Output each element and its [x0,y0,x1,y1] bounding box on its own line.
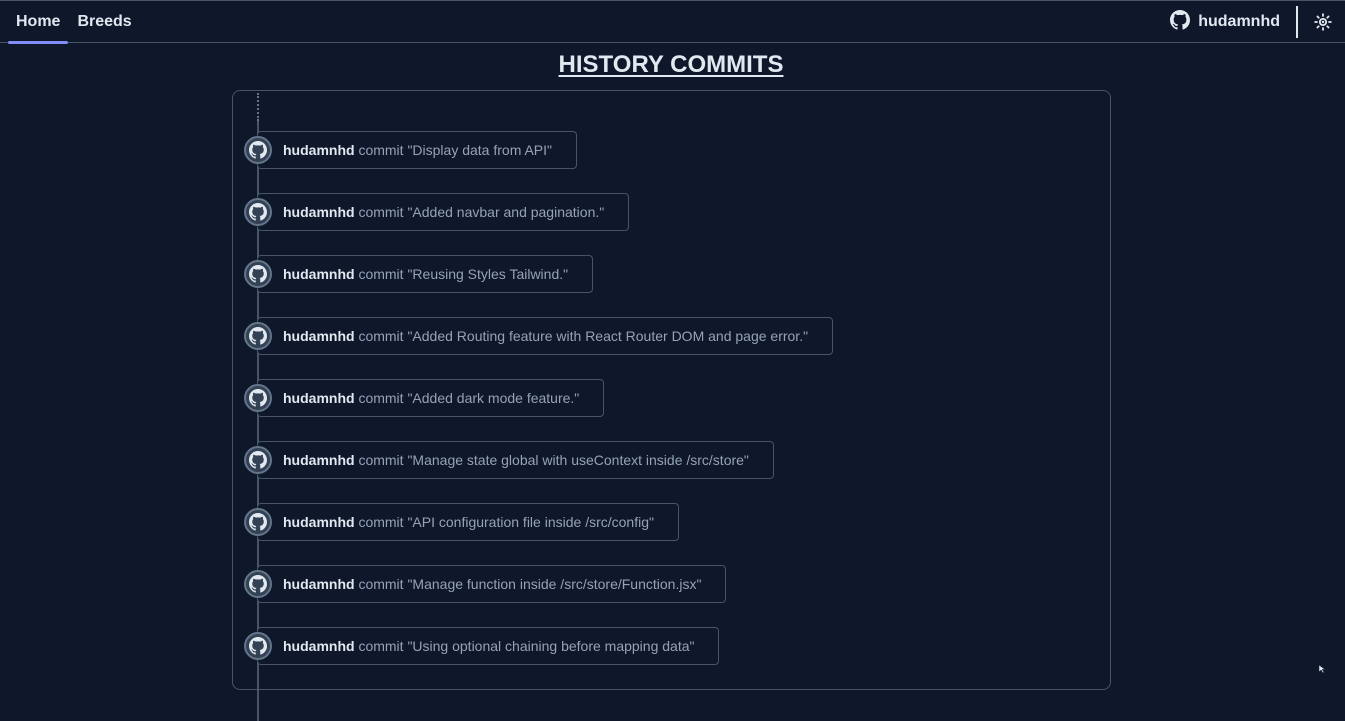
github-icon [244,570,272,598]
tab-home[interactable]: Home [8,1,69,44]
commit-item[interactable]: hudamnhd commit "Using optional chaining… [244,627,720,665]
commit-author: hudamnhd [283,266,355,282]
commit-verb: commit [358,266,404,282]
commit-author: hudamnhd [283,576,355,592]
commit-author: hudamnhd [283,638,355,654]
commit-message: "API configuration file inside /src/conf… [407,514,654,530]
navbar: Home Breeds hudamnhd [0,0,1345,44]
github-icon [244,198,272,226]
profile-name: hudamnhd [1198,13,1280,30]
github-icon [244,260,272,288]
github-icon [1170,9,1191,35]
commit-message: "Added dark mode feature." [407,390,580,406]
timeline-start-line [257,93,259,121]
github-icon [244,384,272,412]
commit-message: "Manage function inside /src/store/Funct… [407,576,702,592]
commit-verb: commit [358,452,404,468]
commit-item[interactable]: hudamnhd commit "API configuration file … [244,503,679,541]
sun-icon[interactable] [1314,13,1332,31]
commit-timeline: hudamnhd commit "Display data from API" h… [232,90,1111,721]
commit-verb: commit [358,390,404,406]
commit-author: hudamnhd [283,390,355,406]
github-profile-link[interactable]: hudamnhd [1170,9,1296,35]
commit-verb: commit [358,204,404,220]
commit-author: hudamnhd [283,328,355,344]
commit-author: hudamnhd [283,204,355,220]
commit-item[interactable]: hudamnhd commit "Reusing Styles Tailwind… [244,255,594,293]
commit-author: hudamnhd [283,142,355,158]
commit-message: "Added Routing feature with React Router… [407,328,809,344]
commit-item[interactable]: hudamnhd commit "Manage state global wit… [244,441,774,479]
nav-divider [1296,6,1298,38]
commit-message: "Using optional chaining before mapping … [407,638,695,654]
commit-verb: commit [358,514,404,530]
github-icon [244,322,272,350]
github-icon [244,632,272,660]
commit-message: "Reusing Styles Tailwind." [407,266,569,282]
commit-verb: commit [358,142,404,158]
commit-message: "Display data from API" [407,142,553,158]
github-icon [244,508,272,536]
github-icon [244,136,272,164]
commit-item[interactable]: hudamnhd commit "Display data from API" [244,131,578,169]
commit-author: hudamnhd [283,514,355,530]
nav-tabs: Home Breeds [8,1,140,44]
tab-breeds[interactable]: Breeds [69,1,139,43]
commit-message: "Added navbar and pagination." [407,204,605,220]
commit-verb: commit [358,638,404,654]
commit-verb: commit [358,328,404,344]
commit-verb: commit [358,576,404,592]
nav-actions: hudamnhd [1170,1,1345,43]
github-icon [244,446,272,474]
commit-message: "Manage state global with useContext ins… [407,452,749,468]
mouse-cursor-icon [1319,665,1326,673]
page-title: HISTORY COMMITS [558,51,784,78]
commit-item[interactable]: hudamnhd commit "Added dark mode feature… [244,379,605,417]
commit-author: hudamnhd [283,452,355,468]
commit-item[interactable]: hudamnhd commit "Added navbar and pagina… [244,193,630,231]
commit-item[interactable]: hudamnhd commit "Manage function inside … [244,565,727,603]
commit-item[interactable]: hudamnhd commit "Added Routing feature w… [244,317,834,355]
